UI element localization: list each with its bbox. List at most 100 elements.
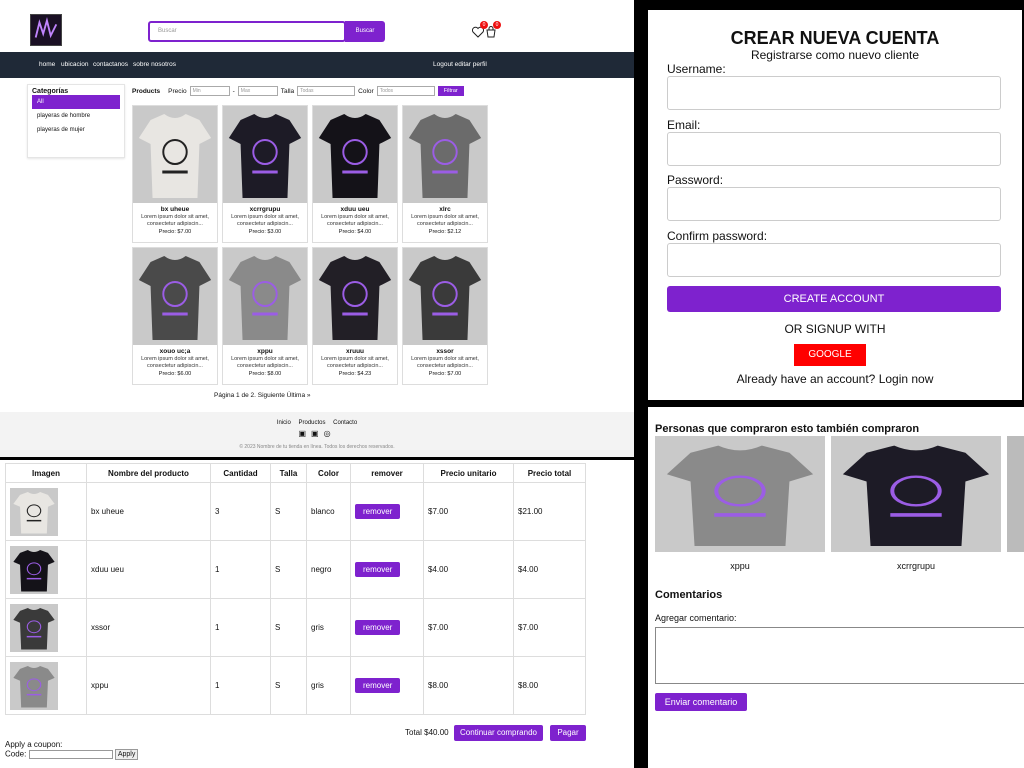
create-account-button[interactable]: CREATE ACCOUNT xyxy=(667,286,1001,312)
product-image[interactable] xyxy=(403,248,487,345)
store-logo[interactable] xyxy=(30,14,62,46)
remove-button[interactable]: remover xyxy=(355,678,401,693)
product-card[interactable]: xcrrgrupu Lorem ipsum dolor sit amet, con… xyxy=(222,105,308,243)
cart-icon[interactable]: 0 xyxy=(485,21,501,38)
footer-copyright: © 2023 Nombre de tu tienda en línea. Tod… xyxy=(239,444,395,450)
cart-item-image xyxy=(10,545,58,594)
password-input[interactable] xyxy=(667,187,1001,221)
product-name[interactable]: xlrc xyxy=(403,206,487,213)
cart-row: bx uheue 3 Sblanco remover $7.00 $21.00 xyxy=(5,482,586,541)
email-input[interactable] xyxy=(667,132,1001,166)
signup-title: CREAR NUEVA CUENTA xyxy=(730,28,940,48)
related-product-name[interactable]: xcrrgrupu xyxy=(831,561,1001,571)
search-input[interactable]: Buscar xyxy=(148,21,346,42)
comments-title: Comentarios xyxy=(655,589,723,601)
remove-button[interactable]: remover xyxy=(355,620,401,635)
cart-item-color: negro xyxy=(306,540,351,599)
product-image[interactable] xyxy=(403,106,487,203)
product-name[interactable]: xppu xyxy=(223,348,307,355)
product-name[interactable]: xcrrgrupu xyxy=(223,206,307,213)
cart-total: Total $40.00 xyxy=(405,728,449,737)
nav-contactanos[interactable]: contactanos xyxy=(93,61,128,68)
signup-panel: CREAR NUEVA CUENTA Registrarse como nuev… xyxy=(648,10,1022,400)
nav-home[interactable]: home xyxy=(39,61,55,68)
product-card[interactable]: xssor Lorem ipsum dolor sit amet, consect… xyxy=(402,247,488,385)
send-comment-button[interactable]: Enviar comentario xyxy=(655,693,747,711)
user-links[interactable]: Logout editar perfil xyxy=(433,61,487,68)
cart-item-unit-price: $8.00 xyxy=(423,656,514,715)
cart-item-remove-cell: remover xyxy=(350,656,424,715)
pay-button[interactable]: Pagar xyxy=(550,725,586,741)
product-image[interactable] xyxy=(223,248,307,345)
product-image[interactable] xyxy=(133,106,217,203)
related-product-name[interactable]: xppu xyxy=(655,561,825,571)
confirm-password-label: Confirm password: xyxy=(667,229,768,243)
remove-button[interactable]: remover xyxy=(355,562,401,577)
continue-shopping-button[interactable]: Continuar comprando xyxy=(454,725,543,741)
product-card[interactable]: bx uheue Lorem ipsum dolor sit amet, cons… xyxy=(132,105,218,243)
product-price: Precio: $4.00 xyxy=(338,229,372,235)
product-description: Lorem ipsum dolor sit amet, consectetur … xyxy=(231,214,299,227)
color-select[interactable]: Todos xyxy=(376,86,435,96)
category-women[interactable]: playeras de mujer xyxy=(32,123,120,137)
comment-textarea[interactable] xyxy=(655,627,1024,684)
cart-row: xduu ueu 1 Snegro remover $4.00 $4.00 xyxy=(5,540,586,599)
col-remover: remover xyxy=(350,463,424,483)
category-all[interactable]: All xyxy=(32,95,120,109)
product-image[interactable] xyxy=(313,248,397,345)
product-name[interactable]: xssor xyxy=(403,348,487,355)
social-icons: ▣▣◎ xyxy=(0,429,634,438)
google-signup-button[interactable]: GOOGLE xyxy=(794,344,866,366)
products-label: Products xyxy=(132,87,161,95)
price-min-input[interactable]: Min xyxy=(189,86,230,96)
wishlist-icon[interactable]: 0 xyxy=(471,21,488,38)
product-card[interactable]: xruuu Lorem ipsum dolor sit amet, consect… xyxy=(312,247,398,385)
size-label: Talla xyxy=(280,87,295,95)
product-name[interactable]: xouo uc;a xyxy=(133,348,217,355)
product-card[interactable]: xppu Lorem ipsum dolor sit amet, consecte… xyxy=(222,247,308,385)
price-max-input[interactable]: Max xyxy=(237,86,278,96)
cart-item-image-cell xyxy=(5,540,87,599)
size-select[interactable]: Todas xyxy=(297,86,356,96)
pagination[interactable]: Página 1 de 2. Siguiente Última » xyxy=(214,392,310,399)
related-product-image[interactable] xyxy=(1007,436,1024,552)
col-precio-total: Precio total xyxy=(513,463,586,483)
cart-header-row: Imagen Nombre del producto Cantidad Tall… xyxy=(5,463,586,483)
related-product-image[interactable] xyxy=(831,436,1001,552)
product-card[interactable]: xlrc Lorem ipsum dolor sit amet, consecte… xyxy=(402,105,488,243)
product-image[interactable] xyxy=(313,106,397,203)
coupon-code-input[interactable] xyxy=(28,750,113,759)
footer-link-contacto[interactable]: Contacto xyxy=(333,420,357,426)
username-input[interactable] xyxy=(667,76,1001,110)
product-name[interactable]: xduu ueu xyxy=(313,206,397,213)
product-name[interactable]: xruuu xyxy=(313,348,397,355)
product-description: Lorem ipsum dolor sit amet, consectetur … xyxy=(321,356,389,369)
nav-sobre-nosotros[interactable]: sobre nosotros xyxy=(133,61,176,68)
product-price: Precio: $8.00 xyxy=(248,371,282,377)
category-men[interactable]: playeras de hombre xyxy=(32,109,120,123)
product-image[interactable] xyxy=(133,248,217,345)
cart-item-total: $8.00 xyxy=(513,656,586,715)
product-card[interactable]: xouo uc;a Lorem ipsum dolor sit amet, con… xyxy=(132,247,218,385)
confirm-password-input[interactable] xyxy=(667,243,1001,277)
footer-link-productos[interactable]: Productos xyxy=(298,420,325,426)
search-button[interactable]: Buscar xyxy=(345,21,385,42)
main-nav: home ubicacion contactanos sobre nosotro… xyxy=(0,52,634,78)
remove-button[interactable]: remover xyxy=(355,504,401,519)
product-description: Lorem ipsum dolor sit amet, consectetur … xyxy=(141,214,209,227)
related-product-image[interactable] xyxy=(655,436,825,552)
instagram-icon[interactable]: ◎ xyxy=(324,429,336,438)
nav-ubicacion[interactable]: ubicacion xyxy=(61,61,88,68)
product-card[interactable]: xduu ueu Lorem ipsum dolor sit amet, cons… xyxy=(312,105,398,243)
facebook-icon[interactable]: ▣ xyxy=(298,429,311,438)
product-name[interactable]: bx uheue xyxy=(133,206,217,213)
product-image[interactable] xyxy=(223,106,307,203)
twitter-icon[interactable]: ▣ xyxy=(311,429,324,438)
footer-link-inicio[interactable]: Inicio xyxy=(277,420,291,426)
col-nombre: Nombre del producto xyxy=(86,463,211,483)
cart-panel: Imagen Nombre del producto Cantidad Tall… xyxy=(0,460,634,768)
filter-button[interactable]: Filtrar xyxy=(437,86,464,96)
login-link[interactable]: Already have an account? Login now xyxy=(648,372,1022,386)
cart-item-qty: 1 xyxy=(210,656,271,715)
apply-coupon-button[interactable]: Apply xyxy=(114,749,139,760)
